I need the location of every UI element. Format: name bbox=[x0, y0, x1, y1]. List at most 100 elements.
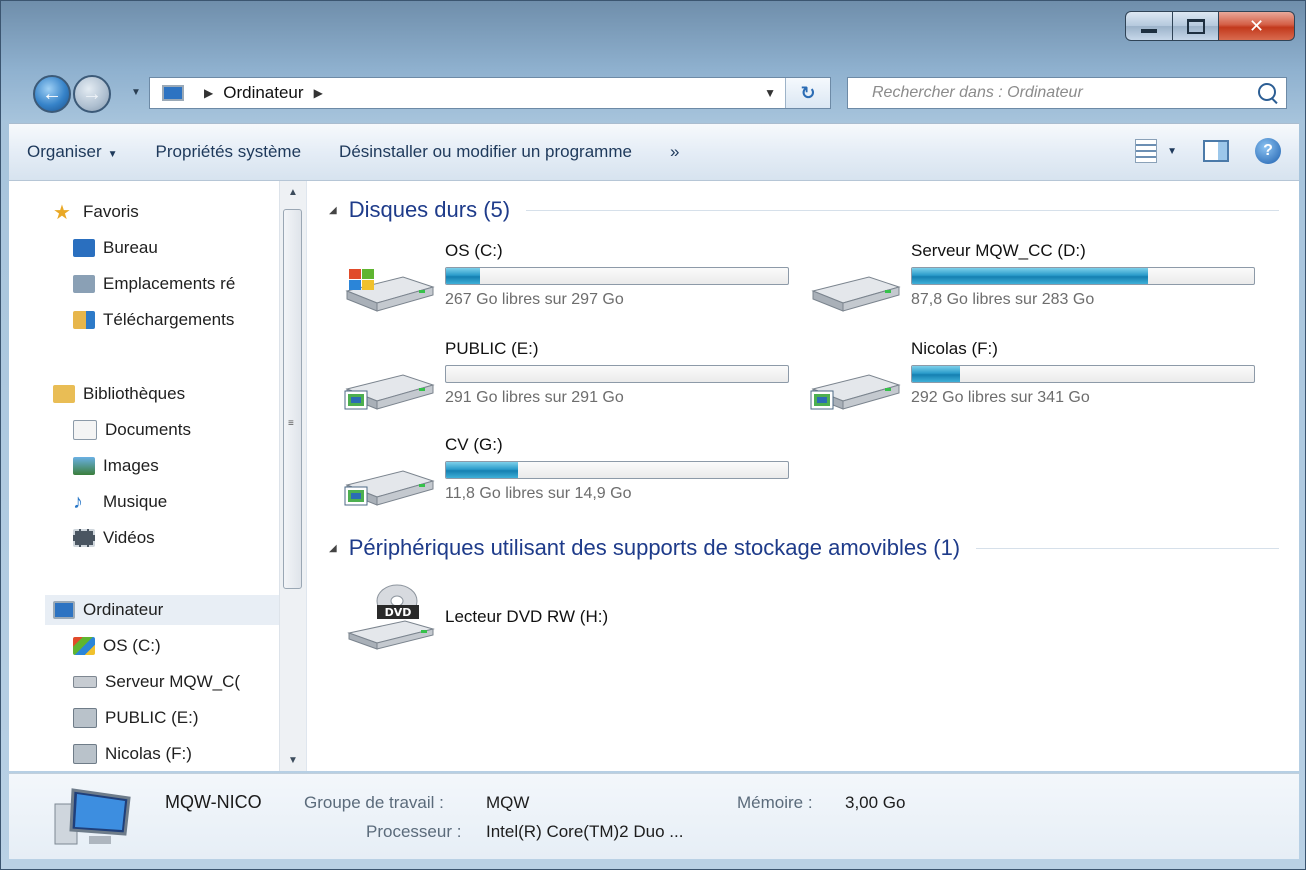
nav-item-videos[interactable]: Vidéos bbox=[73, 523, 306, 553]
nav-favorites[interactable]: ★ Favoris bbox=[53, 197, 306, 227]
command-bar: Organiser ▼ Propriétés système Désinstall… bbox=[9, 123, 1299, 181]
nav-item-label: PUBLIC (E:) bbox=[105, 708, 199, 727]
dvd-label: DVD bbox=[385, 606, 412, 619]
group-hard-drives[interactable]: ◢ Disques durs (5) bbox=[329, 197, 1279, 223]
network-drive-icon bbox=[810, 374, 901, 410]
dvd-drive-item[interactable]: DVD Lecteur DVD RW (H:) bbox=[307, 584, 757, 675]
drive-free-space: 87,8 Go libres sur 283 Go bbox=[911, 291, 1095, 308]
drive-item[interactable]: Nicolas (F:) 292 Go libres sur 341 Go bbox=[773, 337, 1255, 423]
system-properties-button[interactable]: Propriétés système bbox=[156, 142, 302, 162]
computer-icon bbox=[162, 85, 184, 101]
nav-scrollbar[interactable]: ▲ ≡ ▼ bbox=[279, 181, 306, 771]
drive-item[interactable]: OS (C:) 267 Go libres sur 297 Go bbox=[307, 239, 789, 325]
drive-free-space: 292 Go libres sur 341 Go bbox=[911, 389, 1090, 406]
minimize-button[interactable] bbox=[1125, 11, 1173, 41]
view-controls: ▼ ? bbox=[1135, 138, 1281, 164]
nav-item-label: Bureau bbox=[103, 238, 158, 257]
group-divider bbox=[526, 209, 1279, 211]
drive-item[interactable]: Serveur MQW_CC (D:) 87,8 Go libres sur 28… bbox=[773, 239, 1255, 325]
nav-item-label: Emplacements ré bbox=[103, 274, 236, 293]
network-drive-icon bbox=[344, 470, 435, 506]
drive-usage-bar bbox=[445, 267, 789, 285]
more-commands-button[interactable]: » bbox=[670, 142, 679, 162]
nav-item-music[interactable]: ♪ Musique bbox=[73, 487, 306, 517]
drive-name: CV (G:) bbox=[445, 435, 503, 454]
address-bar[interactable]: ▶ Ordinateur ▶ ▼ ↻ bbox=[149, 77, 831, 109]
nav-item-documents[interactable]: Documents bbox=[73, 415, 306, 445]
arrow-right-icon: → bbox=[82, 82, 102, 105]
windows-drive-icon bbox=[73, 637, 95, 655]
drive-name: PUBLIC (E:) bbox=[445, 339, 539, 358]
processor-value: Intel(R) Core(TM)2 Duo ... bbox=[486, 822, 684, 841]
back-button[interactable]: ← bbox=[33, 75, 71, 113]
nav-item-downloads[interactable]: Téléchargements bbox=[73, 305, 283, 335]
drive-free-space: 267 Go libres sur 297 Go bbox=[445, 291, 624, 308]
maximize-button[interactable] bbox=[1173, 11, 1219, 41]
nav-favorites-label: Favoris bbox=[83, 202, 139, 221]
computer-icon bbox=[53, 601, 75, 619]
search-box[interactable]: Rechercher dans : Ordinateur bbox=[847, 77, 1287, 109]
drive-name: Serveur MQW_CC (D:) bbox=[911, 241, 1086, 260]
nav-item-label: Nicolas (F:) bbox=[105, 744, 192, 763]
drive-item[interactable]: PUBLIC (E:) 291 Go libres sur 291 Go bbox=[307, 337, 789, 423]
collapse-triangle-icon[interactable]: ◢ bbox=[329, 205, 337, 216]
arrow-left-icon: ← bbox=[42, 82, 62, 105]
videos-icon bbox=[73, 529, 95, 547]
drive-name: Nicolas (F:) bbox=[911, 339, 998, 358]
nav-item-images[interactable]: Images bbox=[73, 451, 306, 481]
scroll-up-icon[interactable]: ▲ bbox=[280, 181, 306, 203]
group-removable[interactable]: ◢ Périphériques utilisant des supports d… bbox=[329, 535, 1279, 561]
drive-usage-fill bbox=[446, 268, 481, 284]
nav-libraries[interactable]: Bibliothèques bbox=[53, 379, 306, 409]
breadcrumb-ordinateur[interactable]: Ordinateur bbox=[223, 83, 303, 103]
nav-item-label: Images bbox=[103, 456, 159, 475]
details-view-icon bbox=[1135, 139, 1158, 163]
nav-item-recent-places[interactable]: Emplacements ré bbox=[73, 269, 283, 299]
uninstall-program-button[interactable]: Désinstaller ou modifier un programme bbox=[339, 142, 632, 162]
recent-pages-button[interactable]: ▼ bbox=[131, 87, 141, 98]
breadcrumb-separator-icon[interactable]: ▶ bbox=[314, 86, 323, 100]
nav-item-drive-e[interactable]: PUBLIC (E:) bbox=[73, 703, 306, 733]
refresh-button[interactable]: ↻ bbox=[785, 78, 830, 108]
nav-computer[interactable]: Ordinateur bbox=[45, 595, 281, 625]
drive-item[interactable]: CV (G:) 11,8 Go libres sur 14,9 Go bbox=[307, 433, 789, 519]
forward-button[interactable]: → bbox=[73, 75, 111, 113]
change-view-button[interactable]: ▼ bbox=[1135, 139, 1177, 163]
breadcrumb-separator-icon[interactable]: ▶ bbox=[204, 86, 213, 100]
dvd-drive-icon: DVD bbox=[347, 584, 435, 650]
nav-item-drive-d[interactable]: Serveur MQW_C( bbox=[73, 667, 281, 697]
close-icon: ✕ bbox=[1248, 15, 1265, 36]
nav-item-label: Serveur MQW_C( bbox=[105, 672, 241, 691]
group-title: Périphériques utilisant des supports de … bbox=[348, 535, 961, 560]
explorer-window: ✕ ← → ▼ ▶ Ordinateur ▶ ▼ ↻ Rechercher da… bbox=[0, 0, 1306, 870]
scroll-down-icon[interactable]: ▼ bbox=[280, 749, 306, 771]
help-icon[interactable]: ? bbox=[1255, 138, 1281, 164]
search-icon[interactable] bbox=[1258, 83, 1276, 101]
network-drive-icon bbox=[344, 374, 435, 410]
hard-drive-icon bbox=[73, 676, 97, 688]
nav-item-bureau[interactable]: Bureau bbox=[73, 233, 306, 263]
drive-free-space: 11,8 Go libres sur 14,9 Go bbox=[445, 485, 632, 502]
drive-usage-bar bbox=[445, 365, 789, 383]
address-dropdown-icon[interactable]: ▼ bbox=[764, 86, 776, 100]
nav-item-label: OS (C:) bbox=[103, 636, 161, 655]
chevron-down-icon: ▼ bbox=[131, 87, 141, 98]
navigation-pane: ★ Favoris Bureau Emplacements ré Télécha… bbox=[9, 181, 307, 771]
drive-usage-bar bbox=[911, 365, 1255, 383]
search-input[interactable]: Rechercher dans : Ordinateur bbox=[872, 84, 1083, 102]
close-button[interactable]: ✕ bbox=[1219, 11, 1295, 41]
memory-value: 3,00 Go bbox=[845, 793, 906, 812]
collapse-triangle-icon[interactable]: ◢ bbox=[329, 543, 337, 554]
nav-item-drive-c[interactable]: OS (C:) bbox=[73, 631, 306, 661]
organize-button[interactable]: Organiser ▼ bbox=[27, 142, 118, 162]
details-pane: MQW-NICO Groupe de travail : MQW Mémoire… bbox=[9, 773, 1299, 859]
group-divider bbox=[976, 547, 1279, 549]
preview-pane-icon[interactable] bbox=[1203, 140, 1229, 162]
scroll-thumb[interactable]: ≡ bbox=[283, 209, 302, 589]
music-icon: ♪ bbox=[73, 490, 83, 513]
nav-item-label: Téléchargements bbox=[103, 310, 235, 329]
chevron-down-icon: ▼ bbox=[1167, 145, 1177, 157]
pictures-icon bbox=[73, 457, 95, 475]
nav-item-drive-f[interactable]: Nicolas (F:) bbox=[73, 739, 306, 769]
drive-name: OS (C:) bbox=[445, 241, 503, 260]
